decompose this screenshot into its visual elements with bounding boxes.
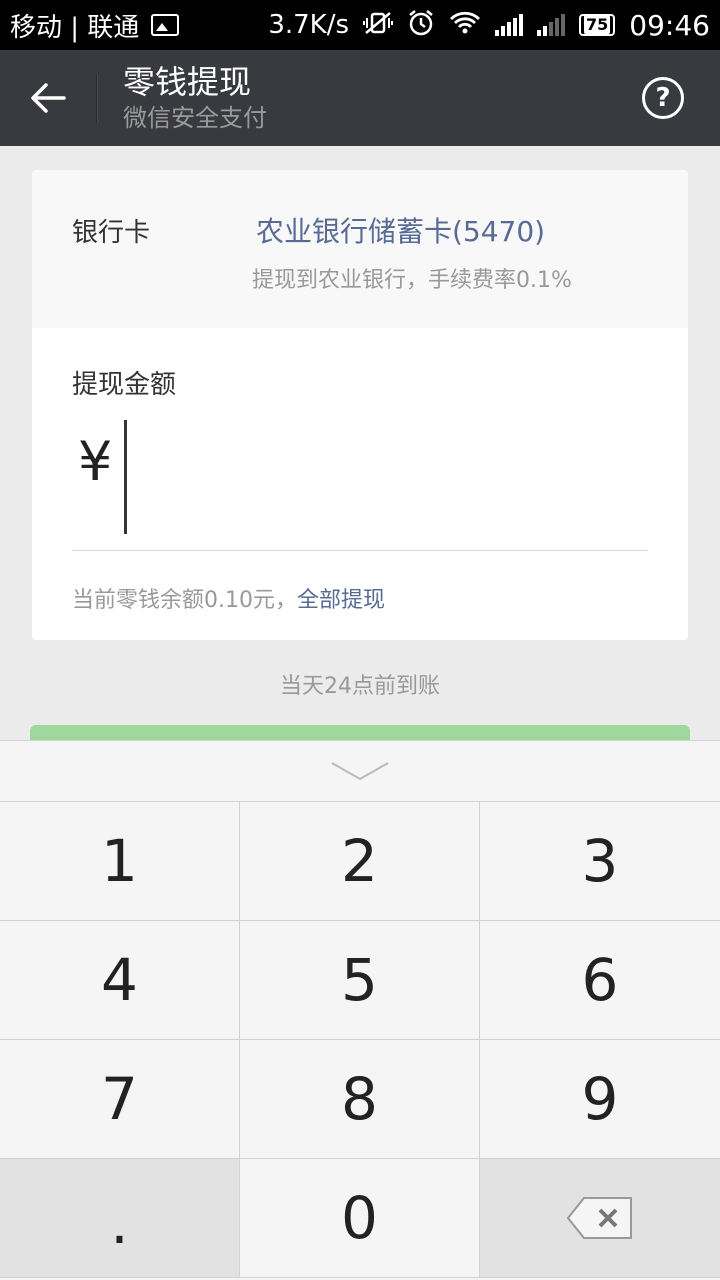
page-subtitle: 微信安全支付: [123, 104, 267, 132]
text-cursor: [124, 420, 127, 534]
carrier-text: 移动 | 联通: [10, 12, 140, 43]
withdraw-all-link[interactable]: 全部提现: [297, 588, 385, 613]
key-9[interactable]: 9: [480, 1040, 720, 1159]
key-3[interactable]: 3: [480, 802, 720, 921]
bank-card-description: 提现到农业银行，手续费率0.1%: [252, 268, 572, 293]
amount-input[interactable]: [132, 420, 652, 534]
alarm-icon: [407, 10, 435, 40]
image-notification-icon: [151, 14, 180, 36]
currency-symbol: ¥: [78, 430, 113, 493]
bank-card-selector[interactable]: 银行卡 农业银行储蓄卡(5470) 提现到农业银行，手续费率0.1%: [32, 170, 688, 328]
question-mark-icon: ?: [655, 83, 671, 113]
numeric-keyboard: 1 2 3 4 5 6 7 8 9 . 0: [0, 740, 720, 1280]
key-0[interactable]: 0: [240, 1159, 480, 1278]
battery-level: 75: [584, 15, 611, 34]
screen: 移动 | 联通 3.7K/s 75 09:46 零钱提现 微信安全支付 ? 银行…: [0, 0, 720, 1280]
arrow-left-icon: [31, 83, 66, 113]
amount-label: 提现金额: [72, 370, 177, 400]
battery-icon: 75: [579, 14, 616, 36]
key-delete[interactable]: [480, 1159, 720, 1278]
signal-icon: [495, 14, 524, 36]
action-bar: 零钱提现 微信安全支付 ?: [0, 50, 720, 146]
network-speed: 3.7K/s: [268, 10, 350, 40]
key-8[interactable]: 8: [240, 1040, 480, 1159]
keyboard-collapse-button[interactable]: [0, 741, 720, 802]
header-divider: [96, 74, 97, 122]
key-1[interactable]: 1: [0, 802, 240, 921]
bank-card-label: 银行卡: [72, 218, 151, 248]
status-bar: 移动 | 联通 3.7K/s 75 09:46: [0, 0, 720, 50]
bank-card-name[interactable]: 农业银行储蓄卡(5470): [256, 210, 545, 250]
key-5[interactable]: 5: [240, 921, 480, 1040]
amount-underline: [72, 550, 648, 551]
key-2[interactable]: 2: [240, 802, 480, 921]
signal-2-icon: [537, 14, 566, 36]
vibrate-off-icon: [363, 11, 394, 39]
backspace-icon: [566, 1197, 632, 1239]
key-6[interactable]: 6: [480, 921, 720, 1040]
help-button[interactable]: ?: [642, 77, 684, 119]
page-title: 零钱提现: [123, 63, 252, 101]
withdraw-card: 银行卡 农业银行储蓄卡(5470) 提现到农业银行，手续费率0.1% 提现金额 …: [32, 170, 688, 640]
chevron-down-icon: [331, 762, 389, 781]
wifi-icon: [449, 11, 481, 39]
arrival-note: 当天24点前到账: [280, 674, 440, 699]
back-button[interactable]: [0, 50, 96, 146]
key-decimal[interactable]: .: [0, 1159, 240, 1278]
key-4[interactable]: 4: [0, 921, 240, 1040]
balance-row: 当前零钱余额0.10元，全部提现: [72, 582, 385, 614]
amount-section: 提现金额 ¥ 当前零钱余额0.10元，全部提现: [32, 328, 688, 640]
key-7[interactable]: 7: [0, 1040, 240, 1159]
clock: 09:46: [629, 8, 710, 42]
balance-text: 当前零钱余额0.10元，: [72, 588, 297, 613]
